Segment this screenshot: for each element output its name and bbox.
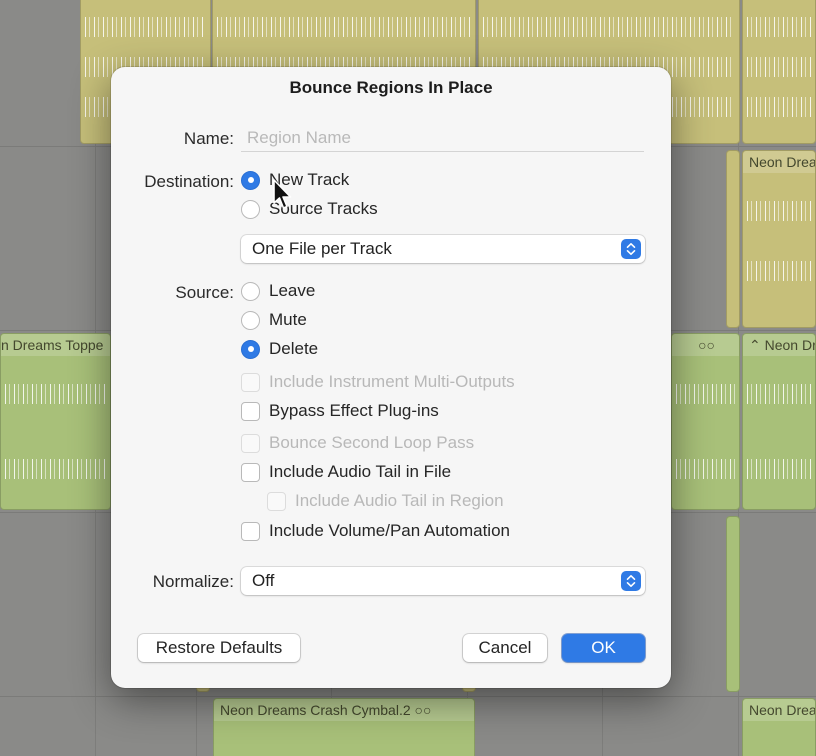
normalize-popup[interactable]: Off	[241, 567, 645, 595]
radio-icon[interactable]	[241, 281, 260, 301]
checkbox-label: Bounce Second Loop Pass	[269, 433, 475, 452]
dialog-title: Bounce Regions In Place	[289, 78, 493, 97]
chevron-updown-icon: ⌃	[749, 337, 765, 353]
source-delete-option[interactable]: Delete	[241, 338, 318, 360]
cancel-button[interactable]: Cancel	[463, 634, 547, 662]
radio-icon[interactable]	[241, 199, 260, 219]
checkbox-icon[interactable]	[241, 521, 260, 541]
audio-region[interactable]: ○○	[671, 333, 740, 510]
normalize-label: Normalize:	[152, 572, 234, 591]
ok-button[interactable]: OK	[562, 634, 645, 662]
checkbox-icon[interactable]	[241, 462, 260, 482]
file-mode-popup[interactable]: One File per Track	[241, 235, 645, 263]
radio-icon[interactable]	[241, 310, 260, 330]
loop-icon: ○○	[672, 334, 739, 356]
bounce-second-loop-pass-checkbox: Bounce Second Loop Pass	[241, 432, 474, 454]
checkbox-label: Include Instrument Multi-Outputs	[269, 372, 515, 391]
region-name-text: Neon Dr	[764, 337, 815, 353]
popup-value: Off	[252, 571, 275, 590]
restore-defaults-button[interactable]: Restore Defaults	[138, 634, 300, 662]
checkbox-label: Include Audio Tail in File	[269, 462, 452, 481]
audio-region[interactable]: Neon Drea	[742, 150, 816, 328]
include-audio-tail-in-file-checkbox[interactable]: Include Audio Tail in File	[241, 461, 451, 483]
audio-region[interactable]	[742, 0, 816, 144]
region-name-input[interactable]	[241, 125, 644, 152]
option-label: Delete	[269, 339, 319, 358]
checkbox-icon	[241, 372, 260, 392]
track-divider	[0, 696, 816, 697]
audio-region[interactable]: Neon Drea	[742, 698, 816, 756]
updown-arrows-icon	[621, 571, 641, 591]
checkbox-label: Include Audio Tail in Region	[295, 491, 504, 510]
destination-new-track-option[interactable]: New Track	[241, 169, 349, 191]
audio-region[interactable]	[726, 150, 740, 328]
audio-region[interactable]: Neon Dreams Crash Cymbal.2 ○○	[213, 698, 475, 756]
source-label: Source:	[175, 283, 234, 302]
destination-label: Destination:	[144, 172, 234, 191]
updown-arrows-icon	[621, 239, 641, 259]
include-instrument-multi-outputs-checkbox: Include Instrument Multi-Outputs	[241, 371, 515, 393]
include-audio-tail-in-region-checkbox: Include Audio Tail in Region	[267, 490, 504, 512]
checkbox-icon[interactable]	[241, 401, 260, 421]
radio-selected-icon[interactable]	[241, 170, 260, 190]
region-name: Neon Drea	[743, 151, 815, 173]
include-volume-pan-automation-checkbox[interactable]: Include Volume/Pan Automation	[241, 520, 510, 542]
option-label: Leave	[269, 281, 316, 300]
checkbox-label: Bypass Effect Plug-ins	[269, 401, 439, 420]
region-name: n Dreams Toppe	[1, 334, 110, 356]
audio-region[interactable]: ⌃ Neon Dr	[742, 333, 816, 510]
loop-icon: ○○	[414, 702, 432, 718]
source-leave-option[interactable]: Leave	[241, 280, 315, 302]
audio-region[interactable]	[726, 516, 740, 692]
radio-selected-icon[interactable]	[241, 339, 260, 359]
destination-source-tracks-option[interactable]: Source Tracks	[241, 198, 378, 220]
audio-region[interactable]: n Dreams Toppe	[0, 333, 111, 510]
popup-value: One File per Track	[252, 239, 392, 258]
checkbox-label: Include Volume/Pan Automation	[269, 521, 510, 540]
region-name: Neon Drea	[743, 699, 815, 721]
name-label: Name:	[183, 129, 234, 148]
region-name: ⌃ Neon Dr	[743, 334, 815, 356]
option-label: Mute	[269, 310, 307, 329]
bypass-effect-plugins-checkbox[interactable]: Bypass Effect Plug-ins	[241, 400, 439, 422]
source-mute-option[interactable]: Mute	[241, 309, 307, 331]
mouse-pointer-icon	[272, 178, 294, 217]
bounce-regions-dialog: Bounce Regions In Place Name: Destinatio…	[111, 67, 671, 688]
region-name: Neon Dreams Crash Cymbal.2 ○○	[214, 699, 474, 721]
checkbox-icon	[241, 433, 260, 453]
checkbox-icon	[267, 491, 286, 511]
region-name-text: Neon Dreams Crash Cymbal.2	[220, 702, 411, 718]
